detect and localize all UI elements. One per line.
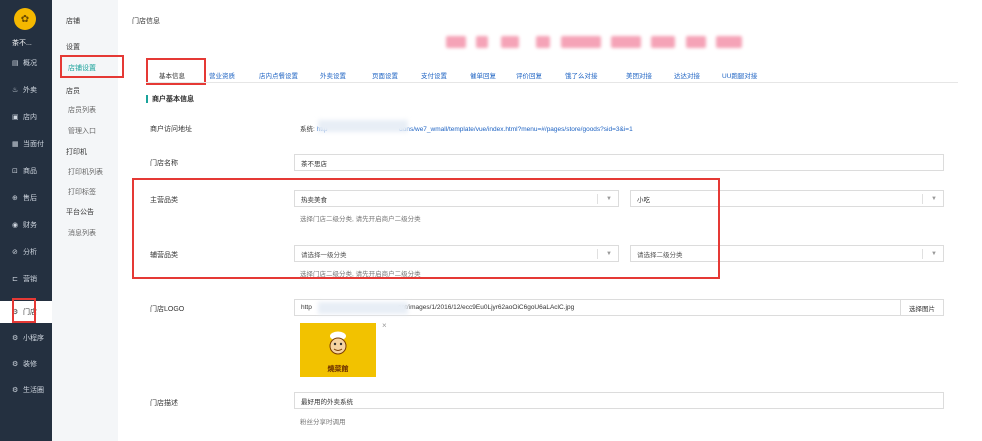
shop-name: 茶不... xyxy=(12,40,32,47)
store-name-input[interactable]: 茶不思店 xyxy=(294,154,944,171)
store-desc-hint: 粉丝分享时调用 xyxy=(300,419,346,426)
tab-divider xyxy=(146,82,958,83)
facepay-icon: ▦ xyxy=(12,141,19,148)
sidebar-item-label: 当面付 xyxy=(23,141,44,148)
visit-url-prefix: 系统: xyxy=(300,126,315,133)
visit-url-tail: dons/we7_wmall/template/vue/index.html?m… xyxy=(399,126,633,133)
sidebar-item-label: 店内 xyxy=(23,114,37,121)
sidebar-item-label: 商品 xyxy=(23,168,37,175)
marketing-icon: ⊏ xyxy=(12,276,18,283)
sidebar-item-label: 财务 xyxy=(23,222,37,229)
sidebar-item-label: 分析 xyxy=(23,249,37,256)
category-highlight-box xyxy=(132,178,720,279)
sidebar-item-label: 小程序 xyxy=(23,335,44,342)
tab-review-reply[interactable]: 评价回复 xyxy=(516,70,542,80)
lifecircle-gear-icon: ⚙ xyxy=(12,387,19,394)
goods-icon: ⊡ xyxy=(12,168,18,175)
tab-page-settings[interactable]: 页面设置 xyxy=(372,70,398,80)
subnav-item-message-list[interactable]: 消息列表 xyxy=(68,228,96,238)
sidebar-item-aftersale[interactable]: ⊕ 售后 xyxy=(0,187,52,209)
tab-takeout-settings[interactable]: 外卖设置 xyxy=(320,70,346,80)
logo-label: 门店LOGO xyxy=(150,306,185,313)
sidebar-item-dinein[interactable]: ▣ 店内 xyxy=(0,106,52,128)
decorate-gear-icon: ⚙ xyxy=(12,361,19,368)
tab-urge-reply[interactable]: 催单回复 xyxy=(470,70,496,80)
tab-dada[interactable]: 达达对接 xyxy=(674,70,700,80)
sidebar-item-finance[interactable]: ◉ 财务 xyxy=(0,214,52,236)
sidebar-item-marketing[interactable]: ⊏ 营销 xyxy=(0,268,52,290)
breadcrumb: 门店信息 xyxy=(132,18,160,25)
subnav-item-staff-list[interactable]: 店员列表 xyxy=(68,105,96,115)
store-desc-label: 门店描述 xyxy=(150,400,178,407)
logo-thumbnail: 燒菜館 xyxy=(300,323,376,377)
tab-eleme[interactable]: 饿了么对接 xyxy=(565,70,598,80)
tab-meituan[interactable]: 美团对接 xyxy=(626,70,652,80)
subnav-header: 店铺 xyxy=(66,18,80,25)
sidebar-item-label: 营销 xyxy=(23,276,37,283)
sidebar-item-label: 概况 xyxy=(23,60,37,67)
takeout-icon: ♨ xyxy=(12,87,19,94)
tab-dinein-settings[interactable]: 店内点餐设置 xyxy=(259,70,298,80)
store-name-label: 门店名称 xyxy=(150,160,178,167)
shop-logo-icon[interactable]: ✿ xyxy=(14,8,36,30)
tab-uu[interactable]: UU跑腿对接 xyxy=(722,70,757,80)
sidebar-item-takeout[interactable]: ♨ 外卖 xyxy=(0,79,52,101)
remove-image-close-icon[interactable]: × xyxy=(382,321,387,330)
logo-url-tail: ent/images/1/2016/12/ecc9Eu0Ljyr62aoOiC6… xyxy=(397,304,575,311)
sidebar-item-label: 生活圈 xyxy=(23,387,44,394)
redacted-url-part xyxy=(318,120,408,132)
analysis-icon: ⊘ xyxy=(12,249,18,256)
sidebar-item-analysis[interactable]: ⊘ 分析 xyxy=(0,241,52,263)
sidebar-item-label: 装修 xyxy=(23,361,37,368)
store-settings-highlight-box xyxy=(60,55,124,78)
sidebar-item-lifecircle[interactable]: ⚙ 生活圈 xyxy=(0,379,52,401)
subnav-group-staff: 店员 xyxy=(66,88,80,95)
sidebar-item-label: 外卖 xyxy=(23,87,37,94)
subnav-group-printer: 打印机 xyxy=(66,149,87,156)
sidebar-item-goods[interactable]: ⊡ 商品 xyxy=(0,160,52,182)
subnav-item-print-label[interactable]: 打印标签 xyxy=(68,187,96,197)
select-separator xyxy=(922,194,923,204)
visit-url-label: 商户访问地址 xyxy=(150,126,192,133)
select-separator xyxy=(922,249,923,259)
tab-payment-settings[interactable]: 支付设置 xyxy=(421,70,447,80)
dinein-icon: ▣ xyxy=(12,114,19,121)
subnav-group-announce: 平台公告 xyxy=(66,209,94,216)
subnav-item-admin-entry[interactable]: 管理入口 xyxy=(68,126,96,136)
aftersale-icon: ⊕ xyxy=(12,195,18,202)
chevron-down-icon: ▼ xyxy=(931,250,937,257)
finance-icon: ◉ xyxy=(12,222,19,229)
pick-image-button[interactable]: 选择图片 xyxy=(900,299,944,316)
sidebar-item-label: 售后 xyxy=(23,195,37,202)
sidebar-item-overview[interactable]: ▤ 概况 xyxy=(0,52,52,74)
section-title: 商户基本信息 xyxy=(146,95,194,103)
redacted-banner xyxy=(446,30,756,52)
sidebar-item-miniprogram[interactable]: ⚙ 小程序 xyxy=(0,327,52,349)
store-desc-input[interactable]: 最好用的外卖系统 xyxy=(294,392,944,409)
redacted-logo-url-part xyxy=(318,302,408,314)
chef-logo-icon xyxy=(329,331,347,355)
overview-icon: ▤ xyxy=(12,60,19,67)
tab-qualification[interactable]: 营业资质 xyxy=(209,70,235,80)
subnav-group-settings: 设置 xyxy=(66,44,80,51)
sidebar-item-facepay[interactable]: ▦ 当面付 xyxy=(0,133,52,155)
chevron-down-icon: ▼ xyxy=(931,195,937,202)
miniprogram-gear-icon: ⚙ xyxy=(12,335,19,342)
logo-url-head: http xyxy=(301,304,312,311)
sidebar-item-decorate[interactable]: ⚙ 装修 xyxy=(0,353,52,375)
logo-caption: 燒菜館 xyxy=(327,366,349,373)
subnav-item-printer-list[interactable]: 打印机列表 xyxy=(68,167,103,177)
basic-info-tab-highlight-box xyxy=(146,58,206,85)
store-highlight-box xyxy=(12,298,36,323)
